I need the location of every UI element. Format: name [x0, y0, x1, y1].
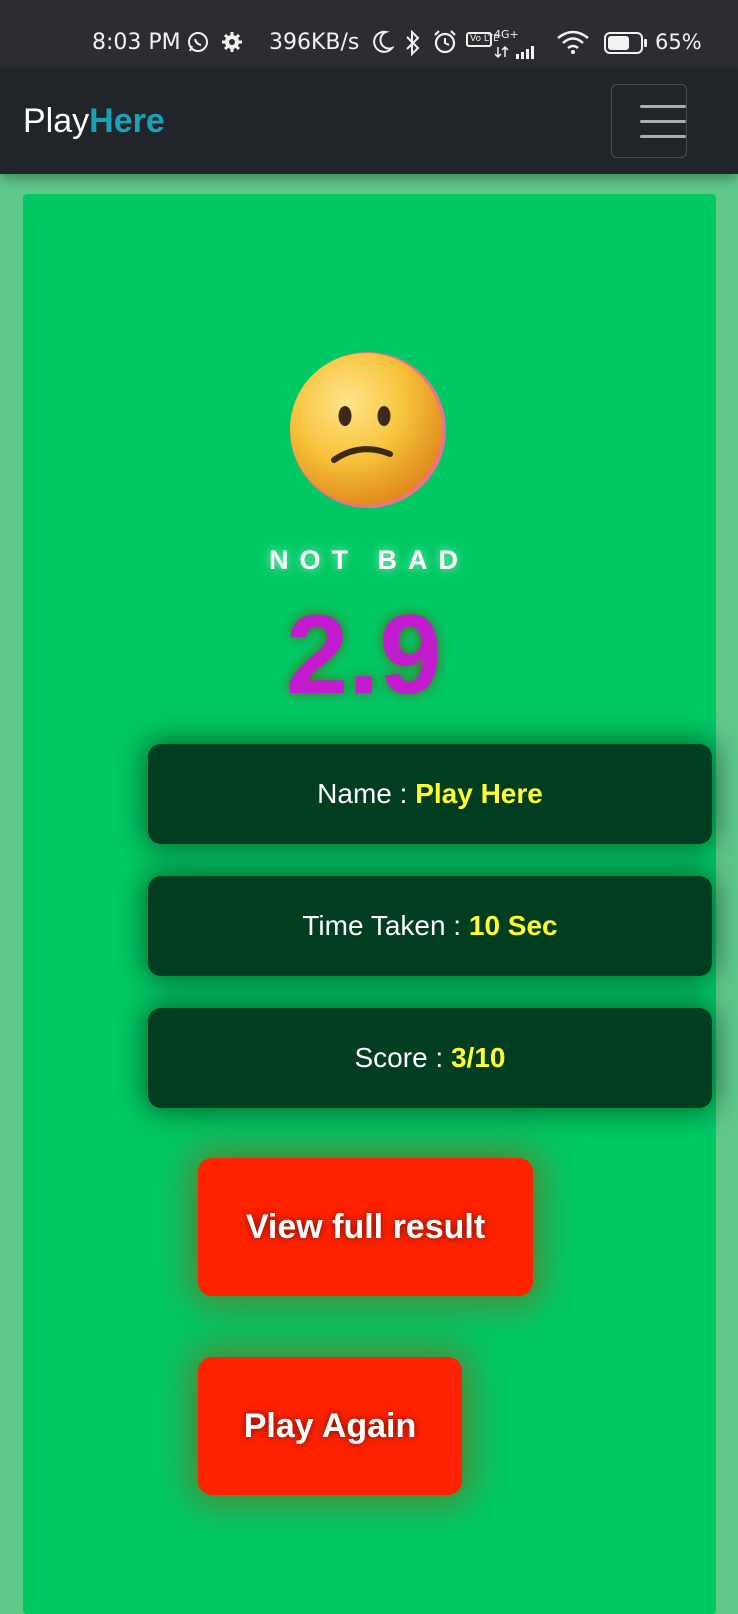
battery-icon — [604, 32, 648, 60]
battery-percent: 65% — [655, 30, 702, 54]
name-value: Play Here — [415, 778, 543, 809]
whatsapp-icon — [186, 30, 210, 60]
signal-icon — [494, 40, 540, 65]
view-full-result-button[interactable]: View full result — [198, 1158, 533, 1296]
status-bar: 8:03 PM 396KB/s Vo LTE 4G+ 65% — [0, 0, 738, 68]
score-label: Score : — [354, 1042, 451, 1073]
volte-icon: Vo LTE — [466, 32, 499, 47]
brand-text-play: Play — [23, 102, 90, 140]
name-label: Name : — [317, 778, 416, 809]
result-verdict: NOT BAD — [269, 545, 469, 575]
brand-logo[interactable]: PlayHere — [23, 102, 165, 141]
time-value: 10 Sec — [468, 910, 558, 941]
settings-gear-icon — [220, 30, 244, 60]
confused-face-emoji — [288, 350, 448, 510]
play-again-button[interactable]: Play Again — [198, 1357, 462, 1495]
status-time: 8:03 PM — [92, 30, 181, 55]
hamburger-menu-icon-bar — [640, 135, 686, 138]
hamburger-menu-icon-bar — [640, 120, 686, 123]
name-info-box: Name : Play Here — [148, 744, 712, 844]
moon-icon — [372, 30, 395, 60]
score-info-box: Score : 3/10 — [148, 1008, 712, 1108]
network-speed: 396KB/s — [269, 30, 360, 55]
bluetooth-icon — [404, 29, 422, 62]
hamburger-menu-icon — [640, 105, 686, 108]
hamburger-menu-button[interactable] — [611, 84, 687, 158]
alarm-icon — [432, 29, 458, 61]
score-value: 3/10 — [450, 1042, 506, 1073]
time-info-box: Time Taken : 10 Sec — [148, 876, 712, 976]
result-rating: 2.9 — [286, 592, 442, 717]
navbar: PlayHere — [0, 68, 738, 174]
wifi-icon — [556, 30, 590, 60]
brand-text-here: Here — [89, 102, 165, 140]
time-label: Time Taken : — [302, 910, 469, 941]
